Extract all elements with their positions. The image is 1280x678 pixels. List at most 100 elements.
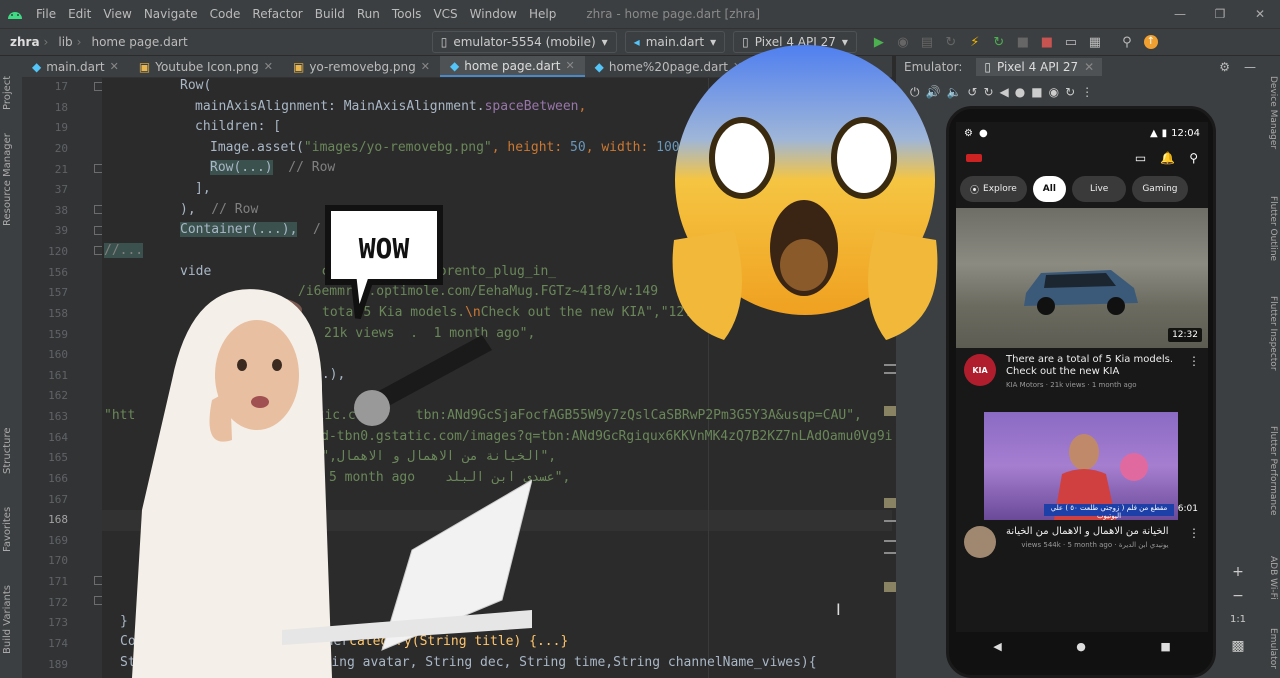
screenshot-icon[interactable]: ◉ [1049,85,1059,99]
chip-all[interactable]: All [1032,176,1066,202]
favorites-tool-button[interactable]: Favorites [2,507,13,552]
resource-manager-tool-button[interactable]: Resource Manager [2,133,13,226]
notification-bell-icon[interactable]: 🔔 [1160,151,1175,165]
breadcrumb-project[interactable]: zhra [0,35,44,49]
back-icon[interactable]: ◀ [993,640,1001,653]
video-thumbnail-kia[interactable]: 12:32 [956,208,1208,348]
video-info-kia[interactable]: KIA There are a total of 5 Kia models. C… [956,354,1208,389]
stop-icon[interactable]: ■ [1035,30,1059,54]
line-number: 157 [48,286,68,299]
close-icon[interactable]: ✕ [264,60,273,73]
chip-live[interactable]: Live [1071,176,1127,202]
youtube-logo-icon[interactable] [966,154,982,162]
zoom-actual-size[interactable]: 1:1 [1228,614,1248,625]
cast-icon[interactable]: ▭ [1135,151,1146,165]
fit-screen-icon[interactable]: ▩ [1228,638,1248,654]
flutter-outline-tool-button[interactable]: Flutter Outline [1268,196,1278,261]
overview-icon[interactable]: ■ [1160,640,1170,653]
menu-file[interactable]: File [30,7,62,21]
zoom-out-icon[interactable]: − [1228,588,1248,604]
update-icon[interactable]: ↑ [1139,30,1163,54]
device-manager-icon[interactable]: ▭ [1059,30,1083,54]
menu-run[interactable]: Run [351,7,386,21]
scroll-marker[interactable] [884,582,896,592]
minimize-icon[interactable]: — [1160,7,1200,21]
more-options-icon[interactable]: ⋮ [1081,85,1093,99]
tab-main-dart[interactable]: ◆ main.dart ✕ [22,56,129,77]
project-tool-button[interactable]: Project [2,76,13,110]
flutter-performance-tool-button[interactable]: Flutter Performance [1268,426,1278,516]
scroll-marker[interactable] [884,498,896,508]
scroll-marker[interactable] [884,552,896,554]
structure-tool-button[interactable]: Structure [2,427,13,474]
code-token: // Row [195,202,259,217]
emulator-tool-button[interactable]: Emulator [1268,628,1278,669]
volume-down-icon[interactable]: 🔈 [946,85,961,99]
device-manager-tool-button[interactable]: Device Manager [1268,76,1278,149]
menu-view[interactable]: View [97,7,137,21]
close-icon[interactable]: ✕ [1240,7,1280,21]
close-icon[interactable]: ✕ [1084,60,1094,74]
avatar[interactable]: KIA [964,354,996,386]
snapshot-icon[interactable]: ↻ [1065,85,1075,99]
tab-label: Youtube Icon.png [155,59,259,74]
line-number: 169 [48,534,68,547]
search-icon[interactable]: ⚲ [1189,151,1198,165]
menu-code[interactable]: Code [204,7,247,21]
more-vertical-icon[interactable]: ⋮ [1188,526,1200,558]
hot-restart-icon[interactable]: ↻ [987,30,1011,54]
line-number: 17 [54,80,68,93]
menu-tools[interactable]: Tools [386,7,428,21]
tab-youtube-icon-png[interactable]: ▣ Youtube Icon.png ✕ [129,56,283,77]
chip-explore[interactable]: ⦿ Explore [960,176,1027,202]
build-variants-tool-button[interactable]: Build Variants [2,585,13,654]
flutter-inspector-tool-button[interactable]: Flutter Inspector [1268,296,1278,371]
minimize-panel-icon[interactable]: — [1244,60,1266,74]
close-icon[interactable]: ✕ [421,60,430,73]
code-line: } [120,614,128,629]
rotate-right-icon[interactable]: ↻ [983,85,993,99]
phone-screen[interactable]: ⚙ ● ▲ ▮ 12:04 ▭ 🔔 ⚲ ⦿ Explore All Live Ga… [956,122,1208,660]
scroll-marker[interactable] [884,540,896,542]
tab-yo-removebg-png[interactable]: ▣ yo-removebg.png ✕ [283,56,440,77]
device-selector[interactable]: ▯ emulator-5554 (mobile) ▾ [431,31,617,53]
menu-help[interactable]: Help [523,7,562,21]
sdk-manager-icon[interactable]: ▦ [1083,30,1107,54]
emulator-device-tab[interactable]: ▯ Pixel 4 API 27 ✕ [976,58,1103,76]
hot-reload-icon[interactable]: ⚡ [963,30,987,54]
breadcrumb-folder[interactable]: lib [48,35,76,49]
scroll-marker[interactable] [884,406,896,416]
close-icon[interactable]: ✕ [565,59,574,72]
menu-build[interactable]: Build [309,7,351,21]
adb-wifi-tool-button[interactable]: ADB Wi-Fi [1268,556,1278,600]
home-icon[interactable]: ● [1015,85,1025,99]
menu-navigate[interactable]: Navigate [138,7,204,21]
line-number: 21 [54,163,68,176]
scroll-marker[interactable] [884,364,896,366]
restore-icon[interactable]: ❐ [1200,7,1240,21]
attach-debugger-icon[interactable]: ■ [1011,30,1035,54]
search-icon[interactable]: ⚲ [1115,30,1139,54]
video-thumbnail-arabic[interactable]: مقطع من فلم ( زوجتي طلعت ٥٠ ) علي اليوتي… [984,412,1198,520]
scroll-marker[interactable] [884,372,896,374]
gear-icon[interactable]: ⚙ [1219,60,1244,74]
scroll-marker[interactable] [884,520,896,522]
zoom-in-icon[interactable]: + [1228,564,1248,580]
back-icon[interactable]: ◀ [1000,85,1009,99]
close-icon[interactable]: ✕ [110,60,119,73]
menu-window[interactable]: Window [464,7,523,21]
video-title: الخيانة من الاهمال و الاهمال من الخيانة [1006,526,1169,537]
home-icon[interactable]: ● [1076,640,1086,653]
breadcrumb-file[interactable]: home page.dart [81,35,191,49]
menu-edit[interactable]: Edit [62,7,97,21]
video-info-arabic[interactable]: الخيانة من الاهمال و الاهمال من الخيانة … [956,526,1208,558]
overview-icon[interactable]: ■ [1031,85,1042,99]
rotate-left-icon[interactable]: ↺ [967,85,977,99]
more-vertical-icon[interactable]: ⋮ [1188,354,1200,389]
youtube-top-bar: ▭ 🔔 ⚲ [956,144,1208,172]
avatar[interactable] [964,526,996,558]
menu-refactor[interactable]: Refactor [246,7,308,21]
chip-gaming[interactable]: Gaming [1132,176,1188,202]
tab-home-page-dart[interactable]: ◆ home page.dart ✕ [439,56,585,77]
menu-vcs[interactable]: VCS [427,7,463,21]
